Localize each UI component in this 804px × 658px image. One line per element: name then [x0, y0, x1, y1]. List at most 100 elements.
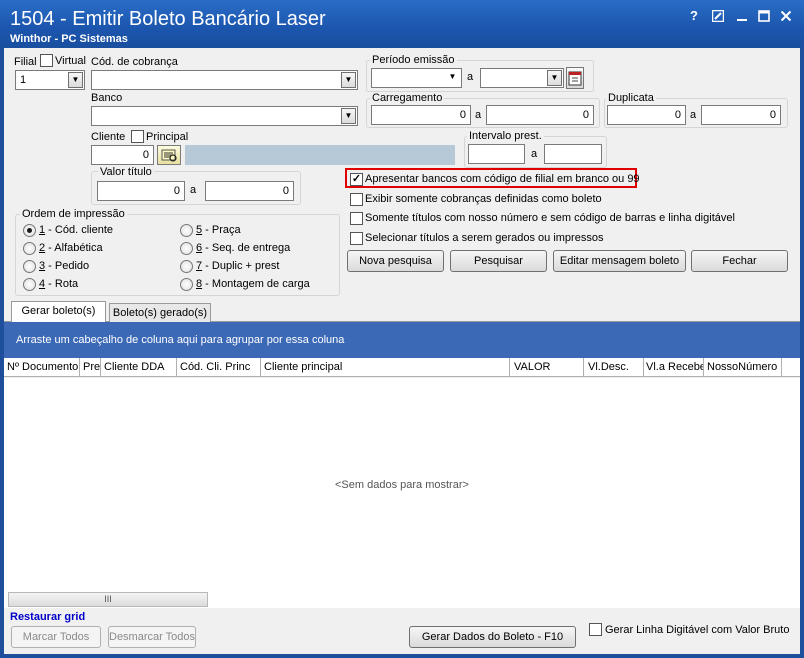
duplicata-de-input[interactable]: 0: [607, 105, 686, 125]
cod-cobranca-label: Cód. de cobrança: [91, 56, 178, 68]
col-nosso-numero[interactable]: NossoNúmero: [704, 358, 782, 376]
selecionar-titulos-label: Selecionar títulos a serem gerados ou im…: [365, 232, 604, 244]
cliente-name-field: [185, 145, 455, 165]
exibir-cobrancas-label: Exibir somente cobranças definidas como …: [365, 193, 602, 205]
chevron-down-icon[interactable]: ▼: [68, 72, 83, 88]
desmarcar-todos-button[interactable]: Desmarcar Todos: [108, 626, 196, 648]
periodo-de-date[interactable]: ▼: [371, 68, 462, 88]
pesquisar-button[interactable]: Pesquisar: [450, 250, 547, 272]
col-cod-cli-princ[interactable]: Cód. Cli. Princ: [177, 358, 261, 376]
exibir-cobrancas-checkbox[interactable]: [350, 193, 363, 206]
periodo-a-label: a: [467, 71, 474, 83]
duplicata-a-label: a: [690, 109, 697, 121]
carregamento-label: Carregamento: [370, 92, 445, 104]
carregamento-de-input[interactable]: 0: [371, 105, 471, 125]
nova-pesquisa-button[interactable]: Nova pesquisa: [347, 250, 444, 272]
ordem-option-3: 3 - Pedido: [39, 260, 90, 272]
banco-label: Banco: [91, 92, 123, 104]
filial-value: 1: [20, 74, 27, 86]
ordem-radio-3[interactable]: [23, 260, 36, 273]
apresentar-bancos-checkbox[interactable]: ✓: [350, 173, 363, 186]
tab-gerar-boletos[interactable]: Gerar boleto(s): [11, 301, 106, 323]
somente-titulos-label: Somente títulos com nosso número e sem c…: [365, 212, 735, 224]
valor-ate-input[interactable]: 0: [205, 181, 294, 201]
periodo-ate-date[interactable]: ▼: [480, 68, 564, 88]
chevron-down-icon[interactable]: ▼: [341, 72, 356, 88]
group-hint: Arraste um cabeçalho de coluna aqui para…: [16, 334, 345, 346]
window-title: 1504 - Emitir Boleto Bancário Laser: [10, 8, 326, 30]
ordem-option-7: 7 - Duplic + prest: [196, 260, 280, 272]
ordem-radio-7[interactable]: [180, 260, 193, 273]
col-cliente-dda[interactable]: Cliente DDA: [101, 358, 177, 376]
ordem-radio-5[interactable]: [180, 224, 193, 237]
intervalo-de-input[interactable]: [468, 144, 525, 164]
minimize-icon[interactable]: [734, 8, 750, 24]
filial-select[interactable]: 1 ▼: [15, 70, 85, 90]
cod-cobranca-select[interactable]: ▼: [91, 70, 358, 90]
marcar-todos-button[interactable]: Marcar Todos: [11, 626, 101, 648]
cliente-code-input[interactable]: 0: [91, 145, 154, 165]
ordem-option-6: 6 - Seq. de entrega: [196, 242, 291, 254]
ordem-radio-2[interactable]: [23, 242, 36, 255]
ordem-title: Ordem de impressão: [20, 208, 127, 220]
col-pre[interactable]: Pre: [80, 358, 101, 376]
selecionar-titulos-checkbox[interactable]: [350, 232, 363, 245]
duplicata-label: Duplicata: [606, 92, 656, 104]
valor-de-input[interactable]: 0: [97, 181, 185, 201]
col-nr-documento[interactable]: Nº Documento: [4, 358, 80, 376]
valor-titulo-label: Valor título: [98, 166, 154, 178]
maximize-icon[interactable]: [756, 8, 772, 24]
periodo-emissao-label: Período emissão: [370, 54, 457, 66]
intervalo-label: Intervalo prest.: [467, 130, 544, 142]
fechar-button[interactable]: Fechar: [691, 250, 788, 272]
window-subtitle: Winthor - PC Sistemas: [10, 33, 128, 45]
filial-label: Filial: [14, 56, 37, 68]
grid-header: Nº Documento Pre Cliente DDA Cód. Cli. P…: [4, 358, 800, 377]
gerar-linha-digitavel-checkbox[interactable]: [589, 623, 602, 636]
empty-message: <Sem dados para mostrar>: [335, 479, 469, 491]
group-by-band[interactable]: Arraste um cabeçalho de coluna aqui para…: [4, 322, 800, 358]
title-bar: 1504 - Emitir Boleto Bancário Laser Wint…: [0, 0, 804, 48]
ordem-option-4: 4 - Rota: [39, 278, 79, 290]
somente-titulos-checkbox[interactable]: [350, 212, 363, 225]
gerar-dados-boleto-button[interactable]: Gerar Dados do Boleto - F10: [409, 626, 576, 648]
intervalo-a-label: a: [531, 148, 538, 160]
restaurar-grid-link[interactable]: Restaurar grid: [10, 611, 85, 623]
ordem-radio-6[interactable]: [180, 242, 193, 255]
horizontal-scrollbar-thumb[interactable]: III: [8, 592, 208, 607]
calendar-icon[interactable]: [566, 67, 584, 89]
chevron-down-icon[interactable]: ▼: [341, 108, 356, 124]
edit-icon[interactable]: [710, 8, 726, 24]
ordem-radio-1[interactable]: [23, 224, 36, 237]
ordem-radio-4[interactable]: [23, 278, 36, 291]
ordem-option-2: 2 - Alfabética: [39, 242, 103, 254]
carregamento-a-label: a: [475, 109, 482, 121]
banco-select[interactable]: ▼: [91, 106, 358, 126]
col-cliente-principal[interactable]: Cliente principal: [261, 358, 510, 376]
chevron-down-icon[interactable]: ▼: [547, 70, 562, 86]
cliente-label: Cliente: [91, 131, 126, 143]
tab-boletos-gerados[interactable]: Boleto(s) gerado(s): [109, 303, 211, 323]
col-vl-desc[interactable]: Vl.Desc.: [584, 358, 644, 376]
close-icon[interactable]: [778, 8, 794, 24]
ordem-radio-8[interactable]: [180, 278, 193, 291]
gerar-linha-digitavel-label: Gerar Linha Digitável com Valor Bruto: [605, 624, 790, 636]
grid-body[interactable]: <Sem dados para mostrar>: [4, 378, 800, 592]
chevron-down-icon[interactable]: ▼: [445, 70, 460, 86]
editar-mensagem-button[interactable]: Editar mensagem boleto: [553, 250, 686, 272]
col-valor[interactable]: VALOR: [510, 358, 584, 376]
principal-checkbox[interactable]: [131, 130, 144, 143]
search-client-icon[interactable]: [157, 145, 181, 165]
carregamento-ate-input[interactable]: 0: [486, 105, 594, 125]
valor-a-label: a: [190, 184, 197, 196]
virtual-label: Virtual: [55, 55, 86, 67]
help-button[interactable]: ?: [686, 8, 702, 24]
col-vl-a-receber[interactable]: Vl.a Receber: [644, 358, 704, 376]
intervalo-ate-input[interactable]: [544, 144, 602, 164]
apresentar-bancos-label: Apresentar bancos com código de filial e…: [365, 173, 640, 185]
form-client-area: Filial Virtual 1 ▼ Cód. de cobrança ▼ Ba…: [4, 48, 800, 654]
duplicata-ate-input[interactable]: 0: [701, 105, 781, 125]
ordem-option-5: 5 - Praça: [196, 224, 241, 236]
virtual-checkbox[interactable]: [40, 54, 53, 67]
ordem-option-8: 8 - Montagem de carga: [196, 278, 310, 290]
